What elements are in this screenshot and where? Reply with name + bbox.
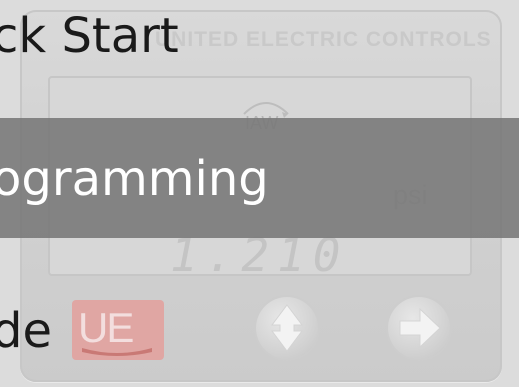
up-down-arrow-icon: [271, 304, 303, 352]
menu-item-quick-start[interactable]: ck Start: [0, 8, 179, 64]
menu-item-label: ck Start: [0, 8, 179, 64]
ue-logo: UE: [72, 300, 164, 360]
menu-item-guide[interactable]: de: [0, 303, 52, 359]
menu-item-label: ogramming: [0, 151, 269, 207]
background-scene: UNITED ELECTRIC CONTROLS IAW 1.210 psi U…: [0, 0, 519, 387]
menu-item-label: de: [0, 303, 52, 359]
menu-item-programming[interactable]: ogramming: [0, 151, 269, 207]
right-arrow-icon: [399, 307, 441, 349]
right-arrow-button[interactable]: [388, 297, 450, 359]
up-down-button[interactable]: [256, 297, 318, 359]
logo-text: UE: [78, 304, 134, 351]
logo-swoosh-icon: [82, 348, 152, 356]
brand-text: UNITED ELECTRIC CONTROLS: [155, 28, 492, 51]
